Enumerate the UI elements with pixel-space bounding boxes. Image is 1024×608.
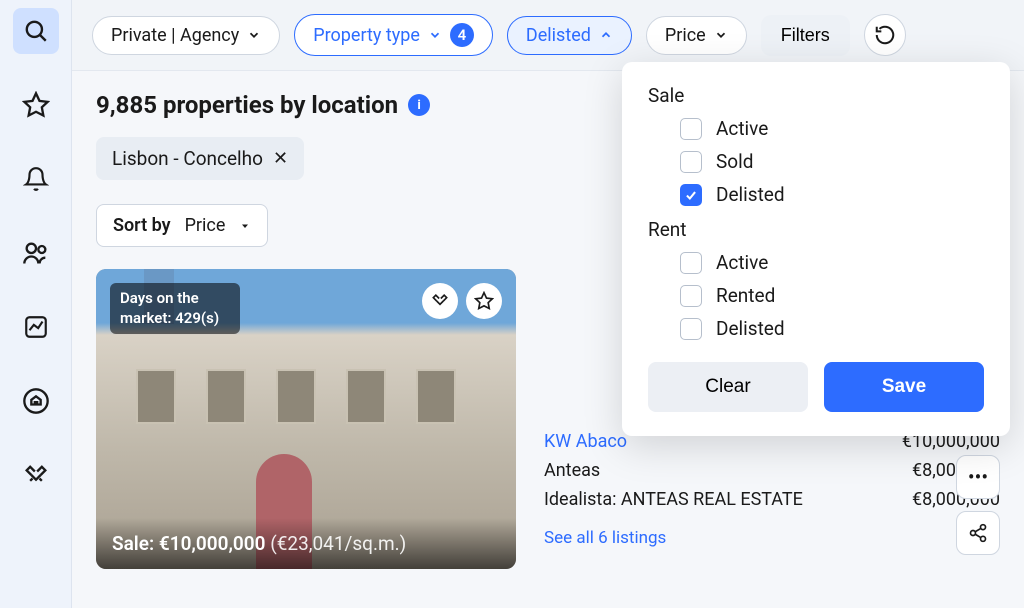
option-label: Delisted: [716, 183, 785, 206]
sort-value: Price: [185, 215, 226, 236]
checkbox-icon: [680, 252, 702, 274]
more-options-button[interactable]: •••: [956, 455, 1000, 499]
price-main: Sale: €10,000,000: [112, 532, 265, 555]
dropdown-save-button[interactable]: Save: [824, 362, 984, 412]
option-rent-delisted[interactable]: Delisted: [680, 317, 984, 340]
more-icon: •••: [968, 465, 988, 489]
sort-selector[interactable]: Sort by Price: [96, 204, 268, 247]
listing-card[interactable]: Days on the market: 429(s) Sale: €10,000…: [96, 269, 516, 569]
checkbox-icon: [680, 151, 702, 173]
option-label: Rented: [716, 284, 775, 307]
option-sale-sold[interactable]: Sold: [680, 150, 984, 173]
filters-button[interactable]: Filters: [761, 15, 850, 56]
info-icon[interactable]: i: [408, 94, 430, 116]
chevron-up-icon: [599, 28, 613, 42]
filter-property-type[interactable]: Property type 4: [294, 14, 493, 56]
location-chip[interactable]: Lisbon - Concelho ✕: [96, 137, 304, 180]
option-label: Active: [716, 251, 768, 274]
chevron-down-icon: [428, 28, 442, 42]
filter-toolbar: Private | Agency Property type 4 Deliste…: [72, 0, 1024, 71]
option-sale-delisted[interactable]: Delisted: [680, 183, 984, 206]
sidebar-analytics[interactable]: [13, 304, 59, 350]
chip-remove-icon[interactable]: ✕: [273, 148, 288, 169]
provider-row: Anteas €8,000,000: [544, 456, 1000, 485]
listing-price-footer: Sale: €10,000,000 (€23,041/sq.m.): [96, 518, 516, 569]
provider-name: Anteas: [544, 460, 600, 481]
filter-label: Delisted: [526, 25, 591, 46]
price-per-sqm: (€23,041/sq.m.): [270, 532, 406, 555]
chevron-down-icon: [247, 28, 261, 42]
days-on-market-badge: Days on the market: 429(s): [110, 283, 240, 334]
see-all-listings-link[interactable]: See all 6 listings: [544, 528, 1000, 548]
delisted-dropdown: Sale Active Sold Delisted Rent Active: [622, 62, 1010, 436]
users-icon: [22, 239, 50, 267]
refresh-button[interactable]: [864, 14, 906, 56]
provider-name-link[interactable]: KW Abaco: [544, 431, 627, 452]
checkbox-icon: [680, 318, 702, 340]
star-icon: [22, 91, 50, 119]
filter-count-badge: 4: [450, 23, 474, 47]
sidebar-home[interactable]: [13, 378, 59, 424]
share-button[interactable]: [956, 511, 1000, 555]
refresh-icon: [874, 24, 896, 46]
house-icon: [22, 387, 50, 415]
sidebar-search[interactable]: [13, 8, 59, 54]
provider-name: Idealista: ANTEAS REAL ESTATE: [544, 489, 803, 510]
dropdown-clear-button[interactable]: Clear: [648, 362, 808, 412]
sidebar-favorites[interactable]: [13, 82, 59, 128]
option-label: Delisted: [716, 317, 785, 340]
option-label: Active: [716, 117, 768, 140]
checkbox-checked-icon: [680, 184, 702, 206]
chart-icon: [23, 314, 49, 340]
option-rent-rented[interactable]: Rented: [680, 284, 984, 307]
dropdown-section-rent: Rent: [648, 218, 984, 241]
chevron-down-icon: [714, 28, 728, 42]
chip-label: Lisbon - Concelho: [112, 147, 263, 170]
dropdown-section-sale: Sale: [648, 84, 984, 107]
sort-label: Sort by: [113, 215, 171, 236]
star-icon: [474, 291, 494, 311]
filter-label: Property type: [313, 25, 420, 46]
filter-price[interactable]: Price: [646, 16, 747, 55]
checkbox-icon: [680, 285, 702, 307]
option-rent-active[interactable]: Active: [680, 251, 984, 274]
bell-icon: [23, 166, 49, 192]
favorite-button[interactable]: [466, 283, 502, 319]
sidebar-contacts[interactable]: [13, 230, 59, 276]
caret-down-icon: [239, 220, 251, 232]
handshake-badge-icon[interactable]: [422, 283, 458, 319]
results-heading: 9,885 properties by location: [96, 91, 398, 119]
sidebar-alerts[interactable]: [13, 156, 59, 202]
filter-label: Price: [665, 25, 706, 46]
filter-private-agency[interactable]: Private | Agency: [92, 16, 280, 55]
sidebar-deals[interactable]: [13, 452, 59, 498]
handshake-icon: [430, 291, 450, 311]
search-icon: [23, 18, 49, 44]
handshake-icon: [22, 461, 50, 489]
provider-row: Idealista: ANTEAS REAL ESTATE €8,000,000: [544, 485, 1000, 514]
share-icon: [968, 523, 988, 543]
filter-delisted[interactable]: Delisted: [507, 16, 632, 55]
checkbox-icon: [680, 118, 702, 140]
option-label: Sold: [716, 150, 753, 173]
option-sale-active[interactable]: Active: [680, 117, 984, 140]
filter-label: Private | Agency: [111, 25, 239, 46]
